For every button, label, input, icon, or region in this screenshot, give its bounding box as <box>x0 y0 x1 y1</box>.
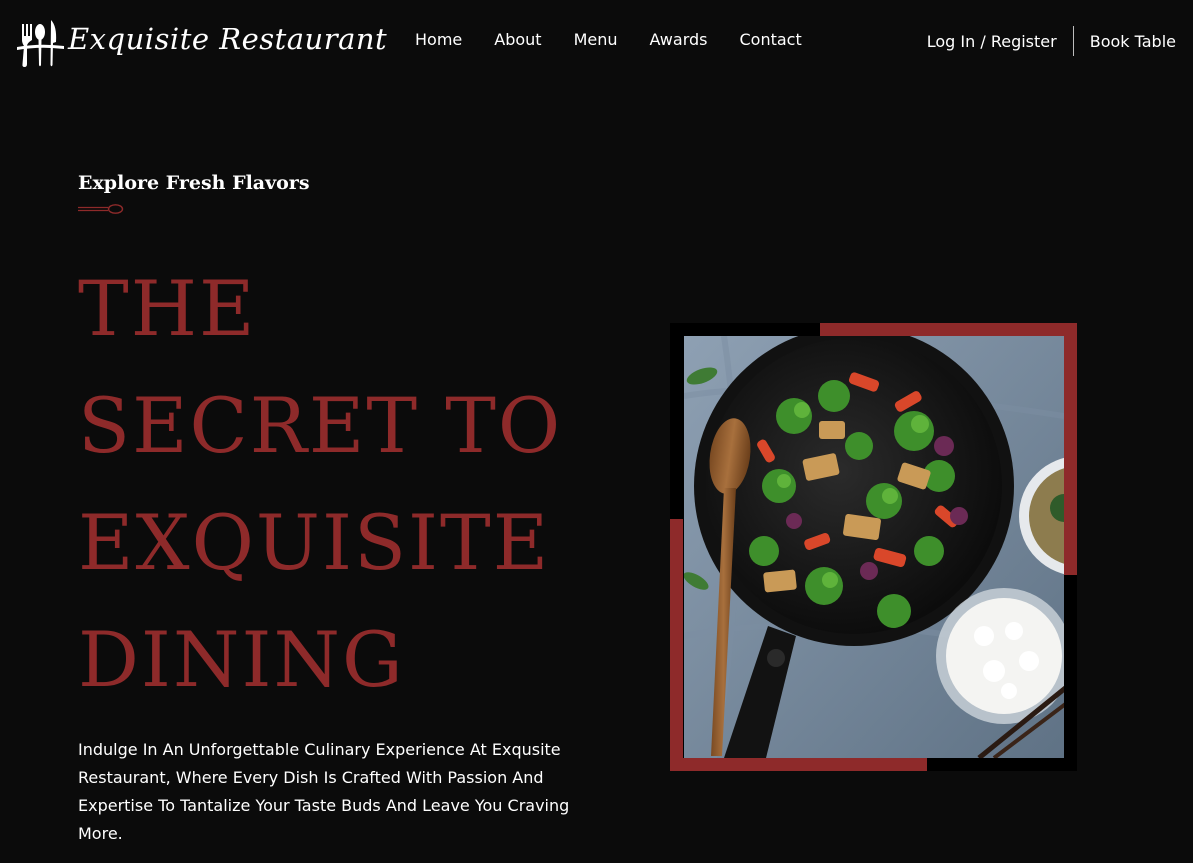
hero-kicker: Explore Fresh Flavors <box>78 172 310 194</box>
header-divider <box>1072 26 1074 56</box>
headline-line: SECRET TO <box>78 381 563 470</box>
headline-line: EXQUISITE <box>78 498 551 587</box>
headline-line: DINING <box>78 615 405 704</box>
nav-home[interactable]: Home <box>415 30 462 49</box>
spoon-divider-icon <box>78 204 124 214</box>
book-table-link[interactable]: Book Table <box>1090 32 1176 51</box>
nav-awards[interactable]: Awards <box>650 30 708 49</box>
headline-line: THE <box>78 264 257 353</box>
main-nav: Home About Menu Awards Contact <box>415 30 802 49</box>
login-register-link[interactable]: Log In / Register <box>927 32 1057 51</box>
nav-menu[interactable]: Menu <box>574 30 618 49</box>
nav-about[interactable]: About <box>494 30 541 49</box>
logo-text: Exquisite Restaurant <box>68 22 388 56</box>
stir-fry-photo <box>684 336 1064 758</box>
logo-link[interactable]: Exquisite Restaurant <box>16 8 387 70</box>
hero-headline: THE SECRET TO EXQUISITE DINING <box>78 250 618 718</box>
hero-description: Indulge In An Unforgettable Culinary Exp… <box>78 740 570 843</box>
site-header: Exquisite Restaurant Home About Menu Awa… <box>0 0 1193 84</box>
nav-contact[interactable]: Contact <box>739 30 801 49</box>
fork-spoon-knife-logo-icon <box>17 20 64 67</box>
header-actions: Log In / Register Book Table <box>927 26 1176 56</box>
